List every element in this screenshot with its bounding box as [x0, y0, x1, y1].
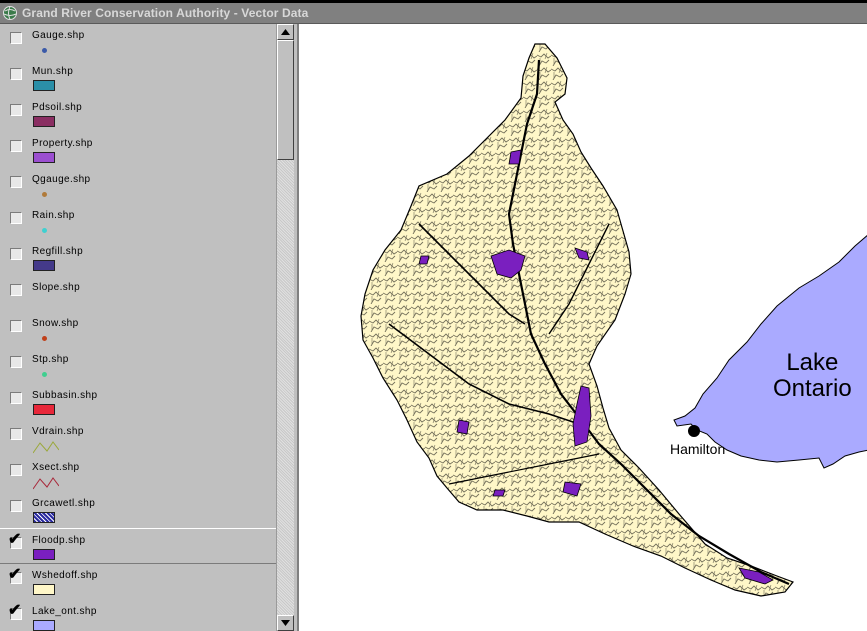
- fill-symbol-swatch: [33, 260, 55, 271]
- legend-layer-row[interactable]: Vdrain.shp: [0, 420, 276, 456]
- globe-icon[interactable]: [2, 5, 18, 21]
- layer-visibility-checkbox[interactable]: [10, 104, 22, 116]
- layer-visibility-checkbox[interactable]: [10, 356, 22, 368]
- hatch-symbol-swatch: [33, 512, 55, 523]
- layer-visibility-checkbox[interactable]: [10, 68, 22, 80]
- layer-name: Wshedoff.shp: [32, 570, 98, 581]
- title-bar: Grand River Conservation Authority - Vec…: [0, 0, 867, 24]
- layer-visibility-checkbox[interactable]: [10, 176, 22, 188]
- layer-name: Rain.shp: [32, 210, 75, 221]
- lake-label-line1: Lake: [786, 349, 839, 376]
- point-symbol-dot: [33, 368, 47, 377]
- layer-name: Stp.shp: [32, 354, 69, 365]
- layer-name: Slope.shp: [32, 282, 81, 293]
- legend-layer-row[interactable]: ✔ Wshedoff.shp: [0, 564, 276, 600]
- fill-symbol-swatch: [33, 584, 55, 595]
- point-symbol-dot: [33, 188, 47, 197]
- point-symbol-dot: [33, 44, 47, 53]
- legend-layer-row[interactable]: Rain.shp: [0, 204, 276, 240]
- fill-symbol-swatch: [33, 116, 55, 127]
- layer-name: Lake_ont.shp: [32, 606, 97, 617]
- checkmark-icon: ✔: [8, 602, 22, 619]
- layer-name: Regfill.shp: [32, 246, 84, 257]
- layer-name: Floodp.shp: [32, 535, 86, 546]
- hamilton-marker: [688, 425, 700, 437]
- layer-name: Vdrain.shp: [32, 426, 84, 437]
- map-canvas[interactable]: [299, 24, 867, 631]
- layer-visibility-checkbox[interactable]: [10, 248, 22, 260]
- lake-label: Lake Ontario: [773, 350, 852, 402]
- scroll-track[interactable]: [277, 160, 294, 615]
- floodplain-patch: [418, 255, 430, 265]
- layer-visibility-checkbox[interactable]: [10, 500, 22, 512]
- legend-panel: Gauge.shp Mun.shp Pdsoil.shp Property.shp Qg…: [0, 24, 277, 631]
- legend-layer-row[interactable]: Regfill.shp: [0, 240, 276, 276]
- legend-layer-row[interactable]: Grcawetl.shp: [0, 492, 276, 528]
- arrow-up-icon: [281, 29, 290, 35]
- layer-visibility-checkbox[interactable]: [10, 464, 22, 476]
- legend-layer-row[interactable]: Qgauge.shp: [0, 168, 276, 204]
- layer-visibility-checkbox[interactable]: [10, 392, 22, 404]
- legend-layer-row[interactable]: Pdsoil.shp: [0, 96, 276, 132]
- point-symbol-dot: [33, 332, 47, 341]
- layer-name: Snow.shp: [32, 318, 79, 329]
- legend-layer-row[interactable]: Stp.shp: [0, 348, 276, 384]
- scroll-down-button[interactable]: [277, 615, 294, 631]
- layer-name: Xsect.shp: [32, 462, 80, 473]
- layer-name: Gauge.shp: [32, 30, 85, 41]
- layer-visibility-checkbox[interactable]: [10, 320, 22, 332]
- layer-visibility-checkbox[interactable]: [10, 284, 22, 296]
- fill-symbol-swatch: [33, 152, 55, 163]
- layer-visibility-checkbox[interactable]: [10, 140, 22, 152]
- title-bar-top-edge: [0, 0, 867, 3]
- layer-visibility-checkbox[interactable]: [10, 32, 22, 44]
- legend-layer-row[interactable]: Mun.shp: [0, 60, 276, 96]
- layer-visibility-checkbox[interactable]: [10, 428, 22, 440]
- layer-visibility-checkbox[interactable]: [10, 212, 22, 224]
- legend-layer-row[interactable]: Subbasin.shp: [0, 384, 276, 420]
- legend-layer-row[interactable]: Slope.shp: [0, 276, 276, 312]
- legend-layer-row[interactable]: Property.shp: [0, 132, 276, 168]
- arrow-down-icon: [281, 620, 290, 626]
- layer-name: Qgauge.shp: [32, 174, 91, 185]
- scroll-thumb[interactable]: [277, 40, 294, 160]
- lake-label-line2: Ontario: [773, 375, 852, 402]
- layer-name: Subbasin.shp: [32, 390, 98, 401]
- fill-symbol-swatch: [33, 620, 55, 631]
- legend-layer-row[interactable]: Snow.shp: [0, 312, 276, 348]
- floodplain-patch: [492, 489, 506, 497]
- window-title: Grand River Conservation Authority - Vec…: [22, 6, 309, 20]
- fill-symbol-swatch: [33, 80, 55, 91]
- layer-name: Pdsoil.shp: [32, 102, 83, 113]
- river-network: [361, 44, 793, 596]
- legend-layer-row[interactable]: ✔ Floodp.shp: [0, 528, 276, 564]
- legend-layer-row[interactable]: Gauge.shp: [0, 24, 276, 60]
- legend-layer-row[interactable]: Xsect.shp: [0, 456, 276, 492]
- hamilton-label: Hamilton: [670, 441, 726, 457]
- point-symbol-dot: [33, 224, 47, 233]
- fill-symbol-swatch: [33, 404, 55, 415]
- layer-name: Grcawetl.shp: [32, 498, 96, 509]
- fill-symbol-swatch: [33, 549, 55, 560]
- legend-scrollbar[interactable]: [277, 24, 294, 631]
- checkmark-icon: ✔: [8, 531, 22, 548]
- layer-name: Mun.shp: [32, 66, 74, 77]
- layer-name: Property.shp: [32, 138, 93, 149]
- map-view[interactable]: Lake Ontario Hamilton: [297, 24, 867, 631]
- scroll-up-button[interactable]: [277, 24, 294, 40]
- floodplain-patch: [508, 149, 522, 165]
- legend-layer-row[interactable]: ✔ Lake_ont.shp: [0, 600, 276, 631]
- checkmark-icon: ✔: [8, 566, 22, 583]
- floodplain-patch: [456, 419, 470, 435]
